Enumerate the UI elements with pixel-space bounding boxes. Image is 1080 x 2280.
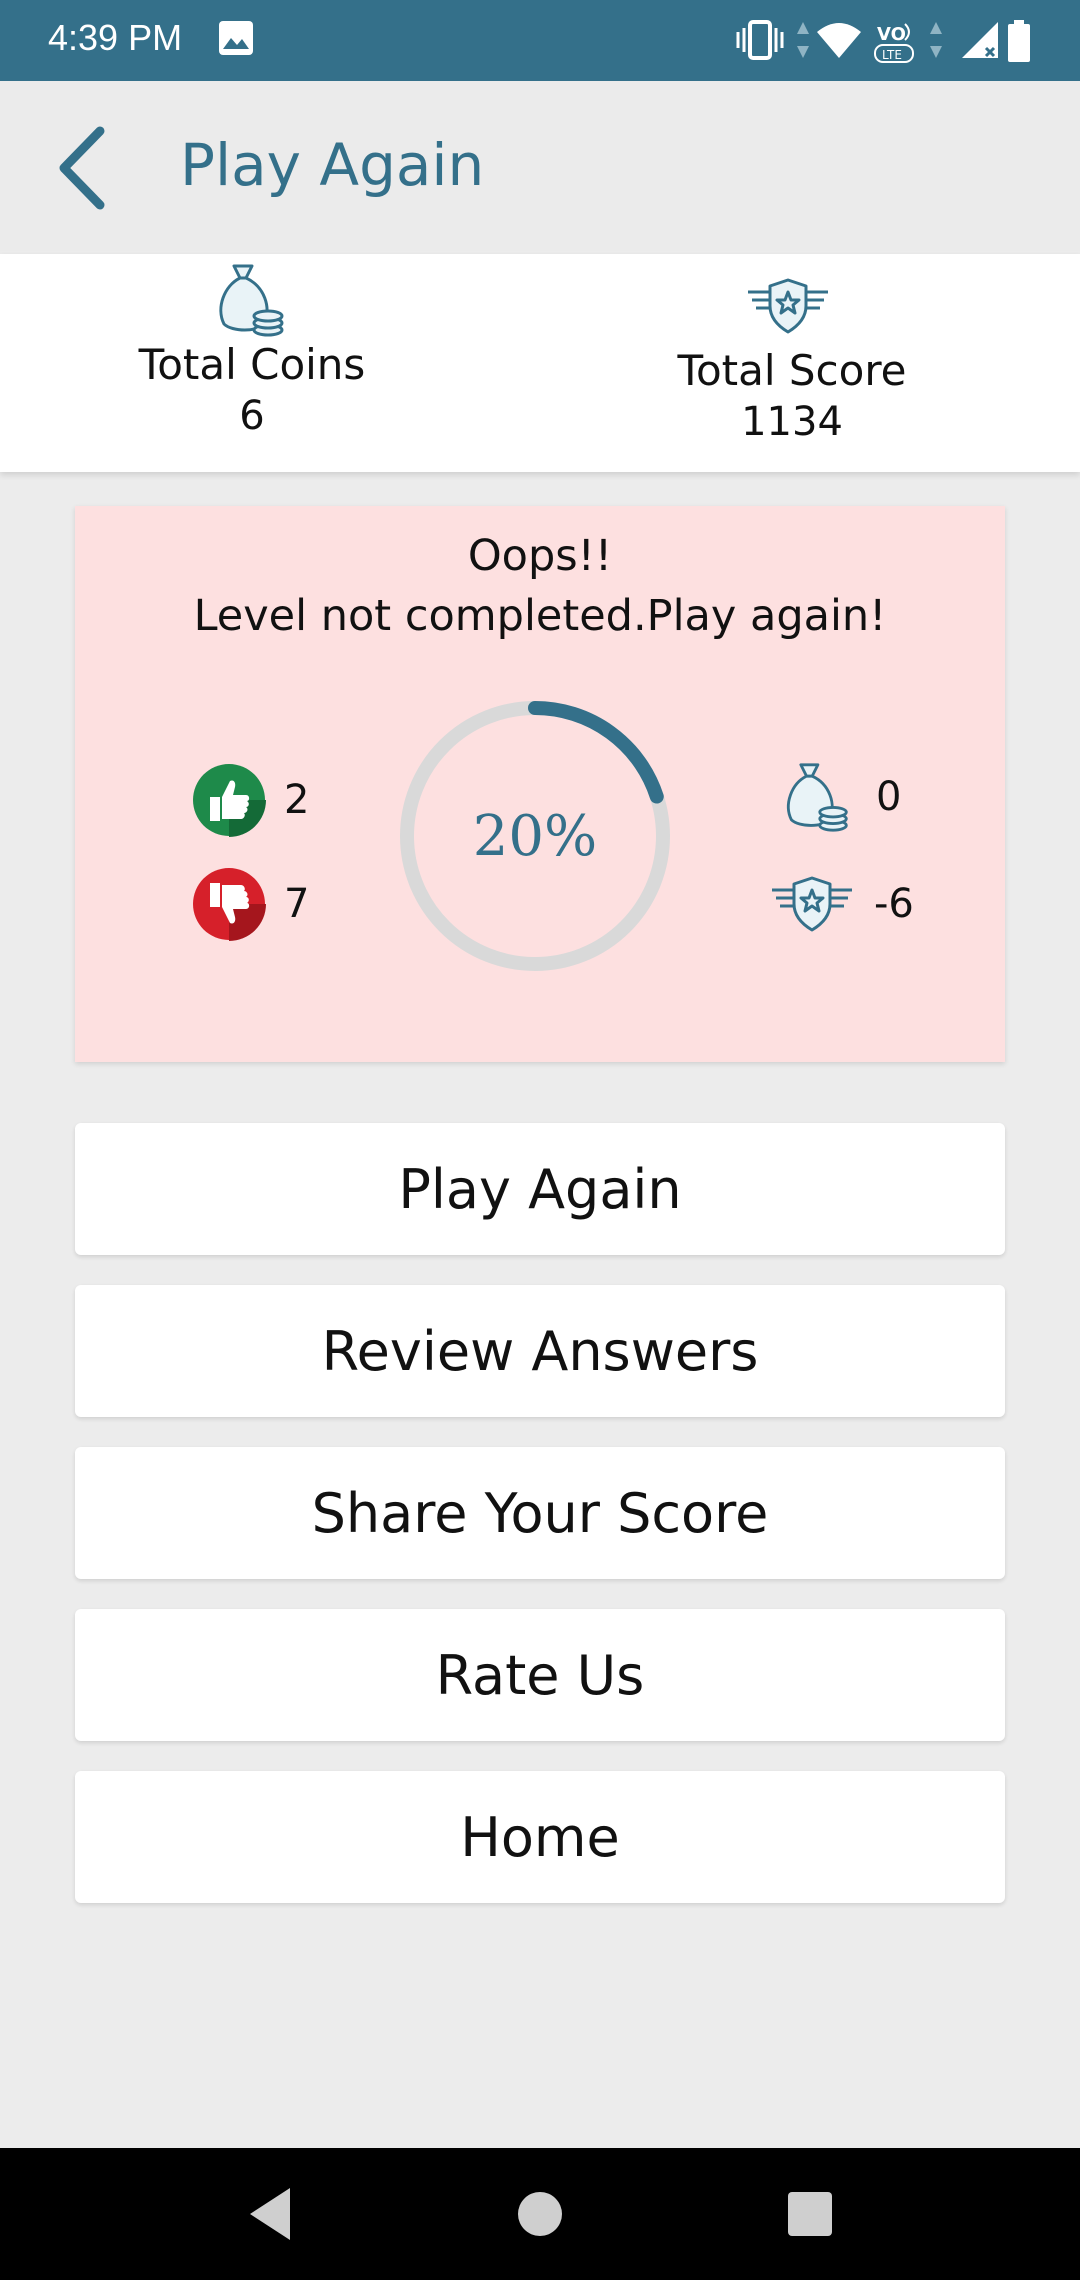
svg-text:LTE: LTE — [882, 48, 902, 62]
score-badge-icon — [748, 278, 828, 334]
stats-panel: Total Coins 6 Total Score 1134 — [0, 254, 1080, 472]
status-bar: 4:39 PM VO LTE — [0, 0, 1080, 81]
coins-earned-row: 0 — [780, 761, 901, 833]
thumbs-up-icon — [193, 764, 266, 837]
page-title: Play Again — [180, 131, 485, 199]
system-nav-bar — [0, 2148, 1080, 2280]
score-earned-row: -6 — [770, 876, 914, 932]
thumbs-down-icon — [193, 868, 266, 941]
nav-home-icon[interactable] — [514, 2184, 566, 2244]
score-badge-icon — [772, 876, 852, 932]
progress-percent: 20% — [472, 803, 598, 869]
coin-bag-icon — [786, 763, 848, 832]
play-again-button[interactable]: Play Again — [75, 1123, 1005, 1255]
status-time: 4:39 PM — [48, 17, 183, 58]
result-message: Oops!! Level not completed.Play again! — [75, 526, 1005, 646]
score-earned: -6 — [874, 881, 914, 927]
app-bar: Play Again — [0, 81, 1080, 251]
correct-count: 2 — [284, 777, 310, 823]
coin-bag-icon — [219, 264, 284, 337]
battery-icon — [1008, 20, 1030, 62]
result-title: Oops!! — [467, 531, 613, 581]
rate-us-button[interactable]: Rate Us — [75, 1609, 1005, 1741]
total-score-value: 1134 — [741, 399, 843, 445]
result-subtitle: Level not completed.Play again! — [193, 591, 887, 641]
volte-icon: VO LTE — [874, 23, 914, 63]
back-arrow-icon[interactable] — [52, 123, 112, 213]
signal-icon — [962, 22, 998, 58]
wrong-count: 7 — [284, 881, 310, 927]
nav-recents-icon[interactable] — [784, 2184, 836, 2244]
total-score-stat: Total Score 1134 — [592, 346, 992, 445]
result-card: Oops!! Level not completed.Play again! 2… — [75, 506, 1005, 1062]
coins-earned: 0 — [876, 774, 902, 820]
nav-back-icon[interactable] — [242, 2184, 298, 2244]
data-arrows-icon-2 — [930, 22, 942, 58]
total-coins-stat: Total Coins 6 — [52, 340, 452, 439]
data-arrows-icon — [797, 22, 809, 58]
home-button[interactable]: Home — [75, 1771, 1005, 1903]
total-coins-value: 6 — [239, 393, 265, 439]
wrong-count-row: 7 — [192, 867, 309, 941]
share-score-button[interactable]: Share Your Score — [75, 1447, 1005, 1579]
vibrate-icon — [736, 20, 784, 60]
image-icon — [219, 21, 253, 55]
wifi-icon — [817, 23, 861, 58]
svg-text:VO: VO — [877, 24, 906, 45]
correct-count-row: 2 — [192, 763, 309, 837]
total-score-label: Total Score — [677, 346, 907, 395]
total-coins-label: Total Coins — [138, 340, 366, 389]
review-answers-button[interactable]: Review Answers — [75, 1285, 1005, 1417]
